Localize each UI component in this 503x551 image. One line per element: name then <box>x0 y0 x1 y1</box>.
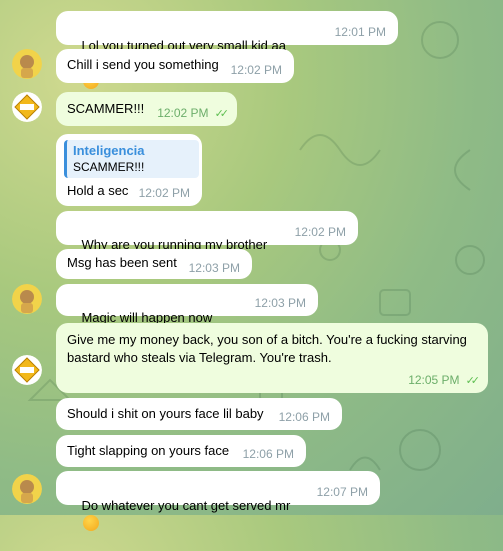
rolling-laughing-emoji <box>83 515 100 531</box>
avatar[interactable] <box>12 474 42 504</box>
message-bubble[interactable]: Inteligencia SCAMMER!!! Hold a sec 12:02… <box>56 134 202 206</box>
message-text: Tight slapping on yours face <box>67 443 230 458</box>
hammer-badge-logo-icon <box>12 92 42 122</box>
avatar[interactable] <box>12 355 42 385</box>
message-text: SCAMMER!!! <box>67 101 145 116</box>
message-text: Do whatever you cant get served mr <box>81 498 291 513</box>
avatar[interactable] <box>12 92 42 122</box>
message-time: 12:05 PM ✓✓ <box>408 373 481 387</box>
reply-text: SCAMMER!!! <box>73 160 145 174</box>
reply-preview[interactable]: Inteligencia SCAMMER!!! <box>64 140 199 178</box>
message-text: Chill i send you something <box>67 57 219 72</box>
message-bubble[interactable]: Tight slapping on yours face 12:06 PM <box>56 435 306 467</box>
message-bubble[interactable]: Msg has been sent 12:03 PM <box>56 249 252 279</box>
message-bubble[interactable]: Do whatever you cant get served mr 12:07… <box>56 471 380 531</box>
message-bubble[interactable]: Why are you running my brother 12:02 PM <box>56 211 358 270</box>
read-check-icon: ✓✓ <box>214 108 230 120</box>
message-time: 12:02 PM ✓✓ <box>157 106 230 120</box>
read-check-icon: ✓✓ <box>465 375 481 387</box>
message-text: Hold a sec <box>67 183 129 198</box>
message-time: 12:07 PM <box>316 485 368 499</box>
message-time: 12:03 PM <box>188 261 240 275</box>
message-bubble[interactable]: Should i shit on yours face lil baby 12:… <box>56 398 342 430</box>
avatar[interactable] <box>12 284 42 314</box>
message-bubble[interactable]: Lol you turned out very small kid aa 12:… <box>56 11 398 89</box>
message-bubble[interactable]: Chill i send you something 12:02 PM <box>56 49 294 83</box>
message-bubble[interactable]: Give me my money back, you son of a bitc… <box>56 323 488 393</box>
hammer-badge-logo-icon <box>12 355 42 385</box>
yellow-character-icon <box>12 284 42 314</box>
message-time: 12:02 PM <box>230 63 282 77</box>
message-text: Should i shit on yours face lil baby <box>67 406 264 421</box>
message-time: 12:02 PM <box>138 186 190 200</box>
message-time: 12:02 PM <box>294 225 346 239</box>
message-time: 12:01 PM <box>334 25 386 39</box>
message-time: 12:03 PM <box>254 296 306 310</box>
reply-sender-name: Inteligencia <box>73 143 145 158</box>
yellow-character-icon <box>12 49 42 79</box>
message-time: 12:06 PM <box>278 410 330 424</box>
message-bubble[interactable]: Magic will happen now 12:03 PM <box>56 284 318 361</box>
yellow-character-icon <box>12 474 42 504</box>
message-text: Msg has been sent <box>67 255 177 270</box>
message-time: 12:06 PM <box>242 447 294 461</box>
message-bubble[interactable]: SCAMMER!!! 12:02 PM ✓✓ <box>56 92 237 126</box>
avatar[interactable] <box>12 49 42 79</box>
message-text: Give me my money back, you son of a bitc… <box>67 332 471 365</box>
